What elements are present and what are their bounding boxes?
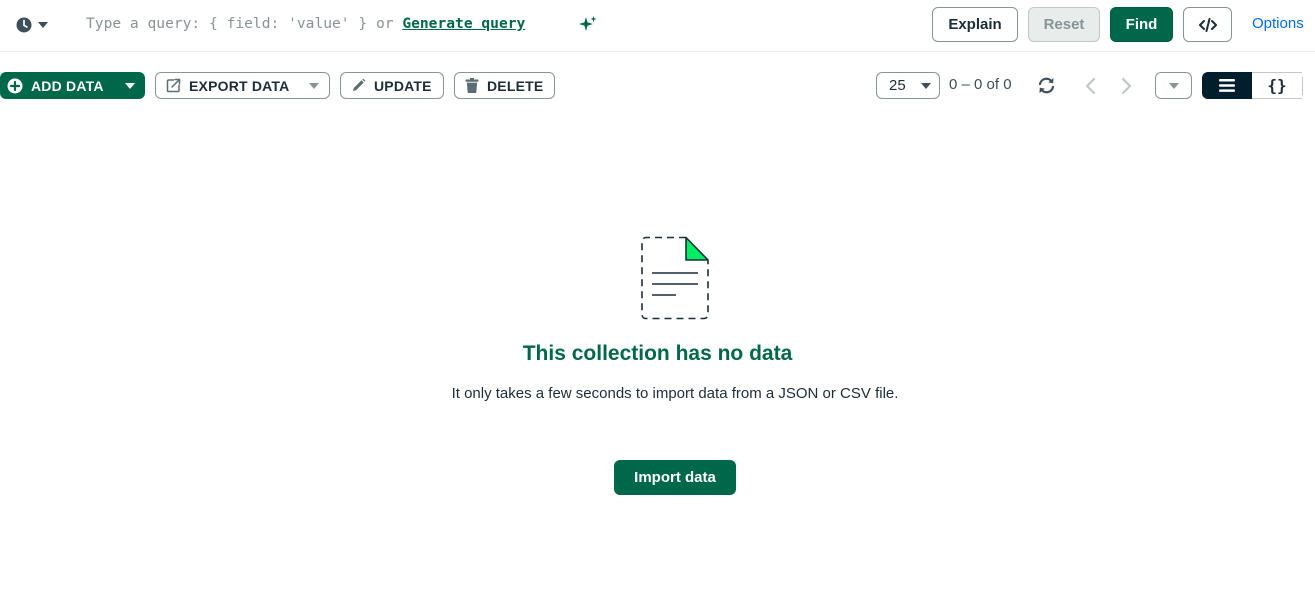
trash-icon: [465, 78, 479, 93]
query-bar: Type a query: { field: 'value' } or Gene…: [0, 0, 1315, 52]
pencil-icon: [353, 78, 366, 91]
plus-circle-icon: [7, 78, 23, 93]
delete-button[interactable]: DELETE: [454, 72, 555, 99]
chevron-down-icon: [38, 22, 48, 28]
query-input[interactable]: Type a query: { field: 'value' } or Gene…: [86, 15, 525, 32]
list-view-toggle[interactable]: [1202, 72, 1252, 99]
clock-icon: [16, 17, 32, 33]
options-toggle[interactable]: Options: [1252, 15, 1304, 32]
update-button[interactable]: UPDATE: [340, 72, 444, 99]
chevron-down-icon: [1168, 82, 1179, 89]
export-icon: [166, 78, 181, 93]
export-to-language-button[interactable]: [1183, 7, 1232, 42]
page-size-select[interactable]: 25: [876, 72, 940, 99]
query-placeholder: Type a query: { field: 'value' } or: [86, 15, 403, 32]
export-data-label: EXPORT DATA: [189, 77, 290, 94]
empty-state-title: This collection has no data: [522, 342, 793, 365]
code-icon: [1198, 17, 1217, 32]
view-options-dropdown[interactable]: [1155, 72, 1192, 99]
page-size-value: 25: [889, 77, 906, 94]
add-data-label: ADD DATA: [31, 77, 104, 94]
add-data-button[interactable]: ADD DATA: [0, 72, 145, 99]
export-data-button[interactable]: EXPORT DATA: [155, 72, 330, 99]
pagination-range: 0 – 0 of 0: [949, 76, 1012, 93]
chevron-down-icon: [309, 82, 319, 89]
explain-button[interactable]: Explain: [932, 7, 1018, 42]
json-view-toggle[interactable]: {}: [1252, 72, 1302, 99]
delete-label: DELETE: [487, 77, 544, 94]
chevron-down-icon: [125, 82, 135, 89]
chevron-right-icon[interactable]: [1119, 76, 1133, 96]
list-view-icon: [1219, 79, 1235, 92]
find-button[interactable]: Find: [1110, 7, 1173, 42]
chevron-down-icon: [921, 83, 931, 89]
empty-document-icon: [641, 236, 709, 320]
empty-state-description: It only takes a few seconds to import da…: [451, 385, 899, 402]
import-data-button[interactable]: Import data: [614, 460, 736, 495]
query-history-button[interactable]: [16, 14, 48, 36]
chevron-left-icon[interactable]: [1084, 76, 1098, 96]
refresh-icon[interactable]: [1036, 75, 1057, 96]
divider: [1302, 77, 1303, 95]
json-view-icon: {}: [1267, 76, 1287, 95]
reset-button[interactable]: Reset: [1028, 7, 1100, 42]
update-label: UPDATE: [374, 77, 432, 94]
generate-query-link[interactable]: Generate query: [402, 15, 525, 32]
sparkle-icon: [579, 16, 597, 31]
